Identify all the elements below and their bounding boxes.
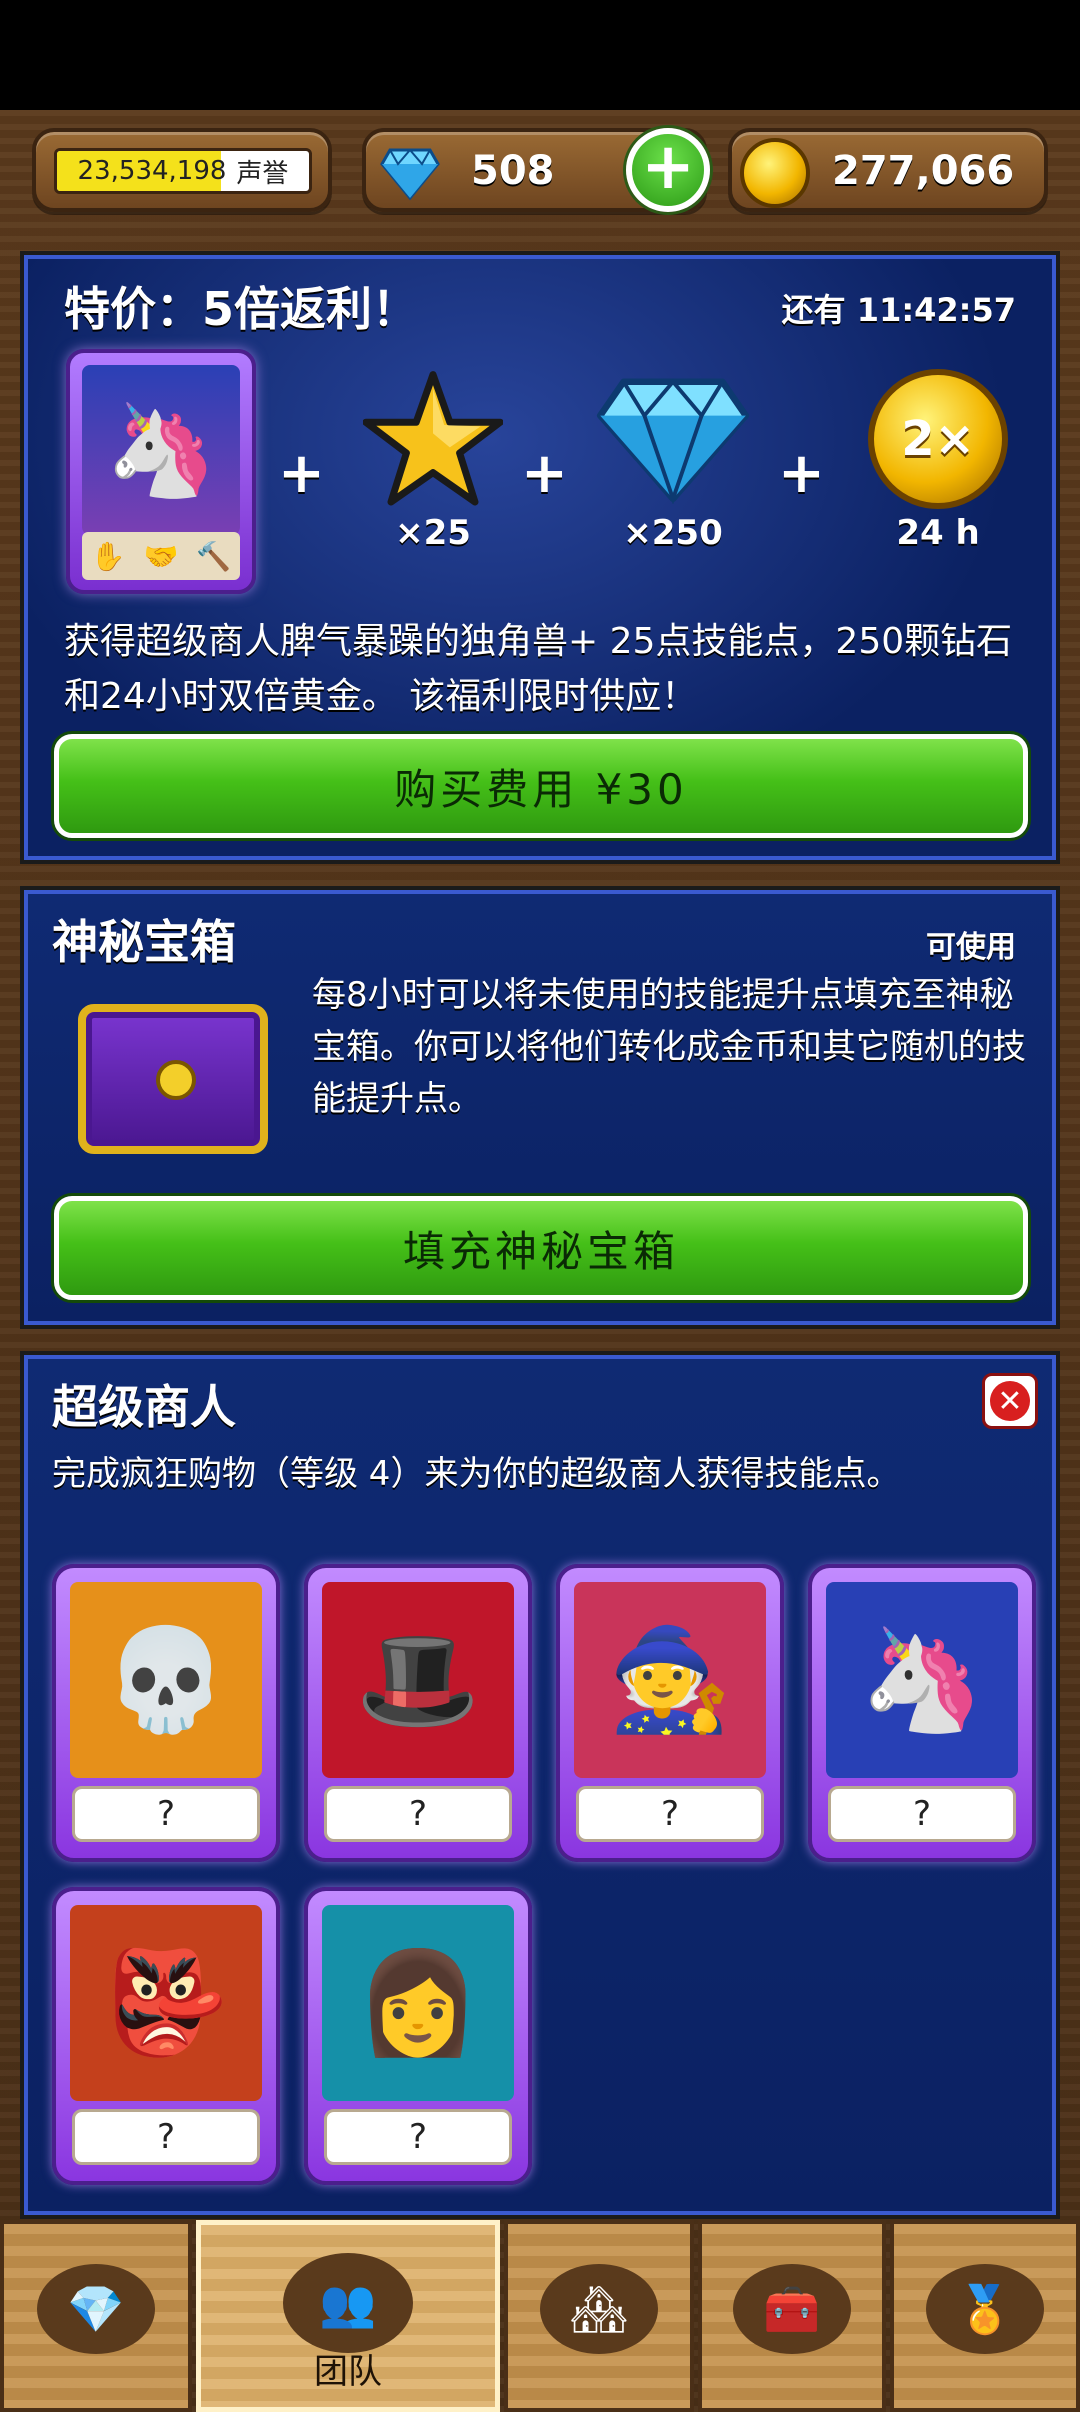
reputation-label: 声誉 bbox=[236, 158, 289, 189]
offer-timer: 还有 11:42:57 bbox=[781, 291, 1016, 329]
nav-tab-achievements[interactable]: 🏅 bbox=[890, 2220, 1080, 2412]
hero-card-goblin[interactable]: 👺 ? bbox=[52, 1887, 280, 2185]
hero-card-skeleton[interactable]: 💀 ? bbox=[52, 1564, 280, 1862]
reputation-bar: 23,534,198 声誉 bbox=[54, 148, 312, 194]
double-gold-icon: 2× bbox=[868, 369, 1008, 509]
offer-title: 特价：5倍返利！ bbox=[64, 282, 419, 336]
status-bar bbox=[0, 0, 1080, 110]
buy-button[interactable]: 购买费用 ¥30 bbox=[54, 734, 1028, 838]
reward-double-gold: 2× 24 h bbox=[858, 369, 1018, 553]
skeleton-portrait: 💀 bbox=[70, 1582, 262, 1778]
goblin-portrait: 👺 bbox=[70, 1905, 262, 2101]
star-icon bbox=[363, 371, 503, 506]
reputation-pill[interactable]: 23,534,198 声誉 bbox=[32, 128, 332, 212]
girl-portrait: 👩 bbox=[322, 1905, 514, 2101]
reward-qty: ×250 bbox=[623, 513, 723, 553]
close-icon: ✕ bbox=[990, 1381, 1030, 1421]
team-icon: 👥 bbox=[283, 2253, 413, 2353]
special-offer-panel: 特价：5倍返利！ 还有 11:42:57 🦄 ✋ 🤝 🔨 + ×25 + ×25… bbox=[24, 255, 1056, 860]
super-merchant-panel: 超级商人 ✕ 完成疯狂购物（等级 4）来为你的超级商人获得技能点。 💀 ? 🎩 … bbox=[24, 1355, 1056, 2215]
hero-skill-value: ? bbox=[324, 1786, 512, 1842]
hero-skill-value: ? bbox=[72, 2109, 260, 2165]
hero-card-sage[interactable]: 🧙 ? bbox=[556, 1564, 784, 1862]
nav-tab-team[interactable]: 👥 团队 bbox=[196, 2220, 500, 2412]
plus-sign: + bbox=[278, 441, 325, 506]
diamond-icon bbox=[596, 378, 750, 504]
skill-icon: ✋ bbox=[90, 539, 126, 573]
app-root: 23,534,198 声誉 508 + 277,066 特价：5倍返利！ 还有 … bbox=[0, 0, 1080, 2412]
unicorn-card[interactable]: 🦄 ✋ 🤝 🔨 bbox=[66, 349, 256, 594]
hero-skill-value: ? bbox=[828, 1786, 1016, 1842]
reputation-text: 23,534,198 声誉 bbox=[57, 151, 309, 191]
reward-skill-points: ×25 bbox=[353, 369, 513, 553]
unicorn-portrait: 🦄 bbox=[82, 365, 240, 535]
skill-icon: 🤝 bbox=[143, 539, 179, 573]
chest-title: 神秘宝箱 bbox=[52, 915, 236, 969]
nav-tab-shop[interactable]: 🏘 bbox=[504, 2220, 694, 2412]
hero-skill-value: ? bbox=[72, 1786, 260, 1842]
resource-bar: 23,534,198 声誉 508 + 277,066 bbox=[0, 110, 1080, 230]
double-gold-badge: 2× bbox=[901, 411, 975, 467]
offer-description: 获得超级商人脾气暴躁的独角兽+ 25点技能点，250颗钻石和24小时双倍黄金。 … bbox=[64, 621, 1013, 717]
medal-icon: 🏅 bbox=[926, 2264, 1044, 2354]
diamond-icon bbox=[380, 148, 440, 201]
gems-pill[interactable]: 508 + bbox=[362, 128, 710, 212]
hammer-icon: 🔨 bbox=[196, 539, 232, 573]
coin-icon bbox=[740, 138, 810, 208]
gems-value: 508 bbox=[471, 148, 555, 194]
sage-portrait: 🧙 bbox=[574, 1582, 766, 1778]
chest-description: 每8小时可以将未使用的技能提升点填充至神秘宝箱。你可以将他们转化成金币和其它随机… bbox=[312, 975, 1026, 1119]
plus-icon: + bbox=[641, 130, 695, 204]
nav-label-team: 团队 bbox=[314, 2352, 382, 2392]
nav-tab-gems[interactable]: 💎 bbox=[0, 2220, 192, 2412]
chest-status: 可使用 bbox=[926, 930, 1016, 965]
hero-card-unicorn[interactable]: 🦄 ? bbox=[808, 1564, 1036, 1862]
fill-chest-button[interactable]: 填充神秘宝箱 bbox=[54, 1196, 1028, 1300]
card-skill-icons: ✋ 🤝 🔨 bbox=[82, 532, 240, 580]
hero-skill-value: ? bbox=[576, 1786, 764, 1842]
merchant-title: 超级商人 bbox=[52, 1380, 236, 1434]
unicorn-portrait: 🦄 bbox=[826, 1582, 1018, 1778]
coins-value: 277,066 bbox=[832, 148, 1015, 194]
reward-qty: ×25 bbox=[395, 513, 471, 553]
shop-icon: 🏘 bbox=[540, 2264, 658, 2354]
mystery-chest-panel: 神秘宝箱 可使用 每8小时可以将未使用的技能提升点填充至神秘宝箱。你可以将他们转… bbox=[24, 890, 1056, 1325]
gentleman-portrait: 🎩 bbox=[322, 1582, 514, 1778]
reputation-value: 23,534,198 bbox=[77, 156, 227, 186]
hero-skill-value: ? bbox=[324, 2109, 512, 2165]
diamond-icon: 💎 bbox=[37, 2264, 155, 2354]
close-button[interactable]: ✕ bbox=[982, 1373, 1038, 1429]
mystery-chest-icon bbox=[78, 1004, 268, 1154]
bottom-nav: 💎 👥 团队 🏘 🧰 🏅 bbox=[0, 2220, 1080, 2412]
plus-sign: + bbox=[521, 441, 568, 506]
reward-qty: 24 h bbox=[896, 513, 980, 553]
lock-icon bbox=[156, 1060, 196, 1100]
coins-pill[interactable]: 277,066 bbox=[728, 128, 1048, 212]
chest-icon: 🧰 bbox=[733, 2264, 851, 2354]
merchant-description: 完成疯狂购物（等级 4）来为你的超级商人获得技能点。 bbox=[52, 1454, 901, 1494]
nav-tab-chest[interactable]: 🧰 bbox=[698, 2220, 886, 2412]
hero-card-girl[interactable]: 👩 ? bbox=[304, 1887, 532, 2185]
reward-diamonds: ×250 bbox=[593, 369, 753, 553]
add-gems-button[interactable]: + bbox=[626, 128, 710, 212]
hero-card-gentleman[interactable]: 🎩 ? bbox=[304, 1564, 532, 1862]
plus-sign: + bbox=[778, 441, 825, 506]
